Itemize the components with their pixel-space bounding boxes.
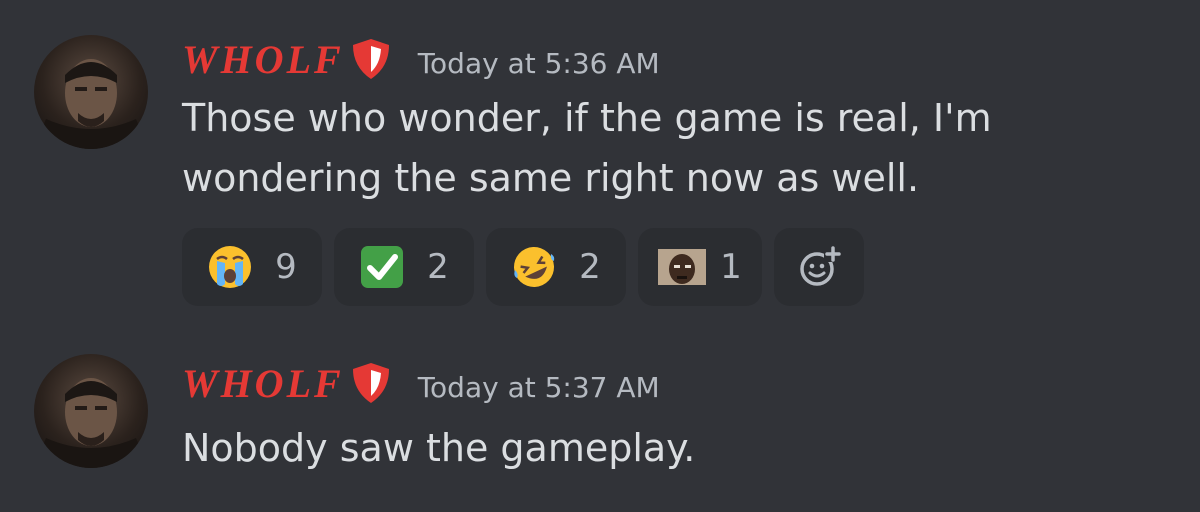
avatar-image (34, 378, 148, 468)
username[interactable]: WHOLF (182, 36, 344, 83)
avatar[interactable] (34, 35, 148, 149)
message-content: Those who wonder, if the game is real, I… (182, 88, 1142, 208)
chat-log: WHOLF Today at 5:36 AM Those who wonder,… (0, 0, 1200, 512)
message: WHOLF Today at 5:36 AM Those who wonder,… (0, 0, 1200, 330)
rolling-laughing-emoji-icon (511, 244, 557, 290)
message-line: Those who wonder, if the game is real, I… (182, 96, 992, 140)
reaction-laughing[interactable]: 2 (486, 228, 626, 306)
shield-icon (350, 361, 392, 405)
reaction-crying[interactable]: 9 (182, 228, 322, 306)
message-content: Nobody saw the gameplay. (182, 418, 1142, 478)
crying-face-emoji-icon (207, 244, 253, 290)
check-mark-emoji-icon (359, 244, 405, 290)
message: WHOLF Today at 5:37 AM Nobody saw the ga… (0, 330, 1200, 512)
reaction-count: 1 (720, 247, 742, 287)
reaction-custom[interactable]: 1 (638, 228, 762, 306)
reaction-count: 9 (275, 247, 297, 287)
avatar[interactable] (34, 354, 148, 468)
timestamp: Today at 5:36 AM (417, 46, 660, 80)
avatar-image (34, 59, 148, 149)
message-line: wondering the same right now as well. (182, 156, 920, 200)
reactions-bar: 9 2 2 1 (182, 228, 876, 306)
reaction-count: 2 (427, 247, 449, 287)
reaction-check[interactable]: 2 (334, 228, 474, 306)
reaction-count: 2 (579, 247, 601, 287)
message-line: Nobody saw the gameplay. (182, 426, 696, 470)
username[interactable]: WHOLF (182, 360, 344, 407)
custom-face-emoji-icon (658, 249, 707, 285)
message-header: WHOLF Today at 5:36 AM (182, 34, 660, 84)
timestamp: Today at 5:37 AM (417, 370, 660, 404)
message-header: WHOLF Today at 5:37 AM (182, 358, 660, 408)
add-reaction-icon (796, 244, 842, 290)
shield-icon (350, 37, 392, 81)
add-reaction-button[interactable] (774, 228, 864, 306)
